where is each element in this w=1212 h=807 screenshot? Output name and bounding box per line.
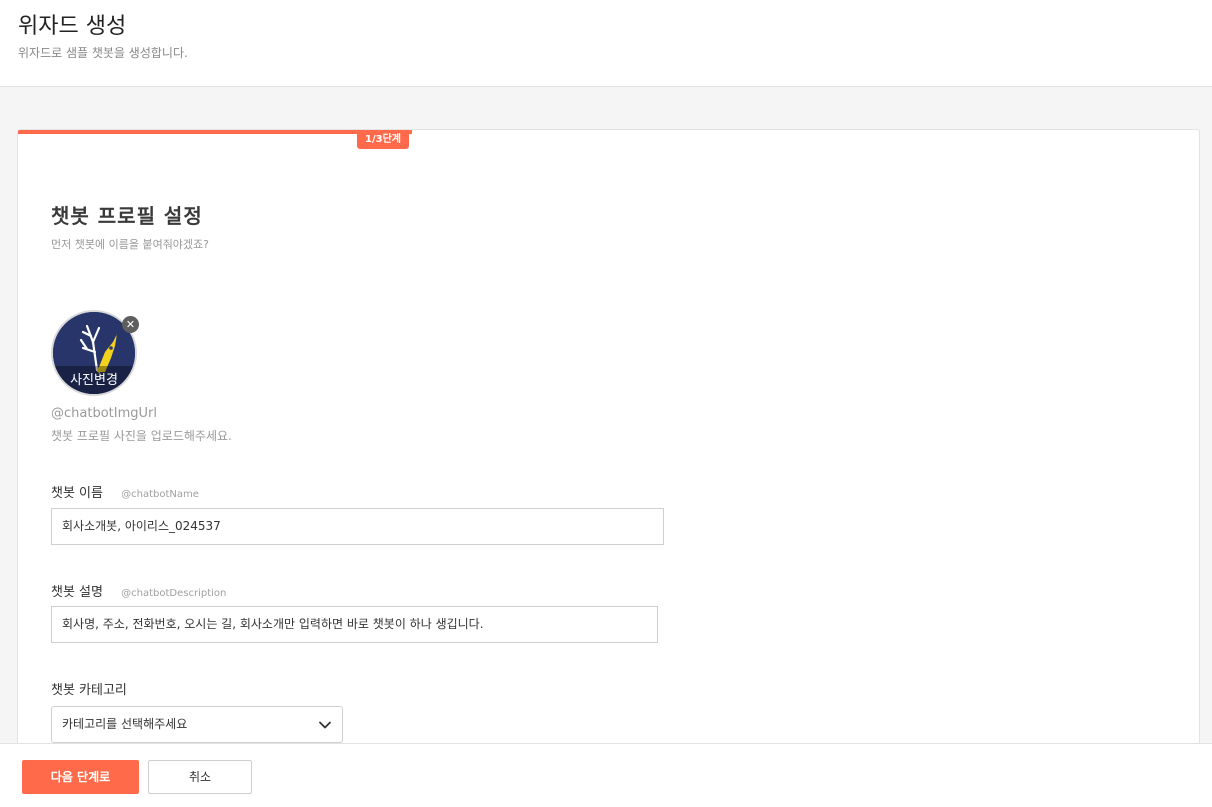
category-placeholder: 카테고리를 선택해주세요	[62, 717, 188, 731]
chatbot-name-input[interactable]: 회사소개봇, 아이리스_024537	[51, 508, 664, 545]
chevron-down-icon	[319, 721, 331, 729]
img-variable: @chatbotImgUrl	[51, 406, 157, 421]
footer-bar: 다음 단계로 취소	[0, 743, 1212, 807]
section-description: 먼저 챗봇에 이름을 붙여줘야겠죠?	[51, 238, 210, 251]
progress-bar	[18, 130, 1199, 134]
description-label: 챗봇 설명 @chatbotDescription	[51, 581, 226, 600]
category-label: 챗봇 카테고리	[51, 679, 127, 698]
change-photo-label[interactable]: 사진변경	[53, 369, 135, 388]
wizard-card: 1/3단계 챗봇 프로필 설정 먼저 챗봇에 이름을 붙여줘야겠죠? 사진변경 …	[17, 129, 1200, 769]
avatar-uploader[interactable]: 사진변경 ✕	[51, 310, 139, 398]
chatbot-description-input[interactable]: 회사명, 주소, 전화번호, 오시는 길, 회사소개만 입력하면 바로 챗봇이 …	[51, 606, 658, 643]
category-select[interactable]: 카테고리를 선택해주세요	[51, 706, 343, 743]
description-variable: @chatbotDescription	[121, 588, 227, 599]
section-title: 챗봇 프로필 설정	[51, 204, 203, 228]
progress-fill	[18, 130, 412, 134]
name-variable: @chatbotName	[121, 489, 199, 500]
page-subtitle: 위자드로 샘플 챗봇을 생성합니다.	[18, 46, 188, 60]
page-title: 위자드 생성	[18, 14, 127, 39]
name-label-text: 챗봇 이름	[51, 486, 103, 501]
cancel-button[interactable]: 취소	[148, 760, 252, 794]
name-label: 챗봇 이름 @chatbotName	[51, 482, 199, 501]
close-icon[interactable]: ✕	[122, 316, 139, 333]
step-badge: 1/3단계	[357, 130, 409, 149]
category-label-text: 챗봇 카테고리	[51, 683, 127, 698]
next-step-button[interactable]: 다음 단계로	[22, 760, 139, 794]
description-label-text: 챗봇 설명	[51, 585, 103, 600]
img-help-text: 챗봇 프로필 사진을 업로드해주세요.	[51, 429, 232, 443]
page-header: 위자드 생성 위자드로 샘플 챗봇을 생성합니다.	[0, 0, 1212, 87]
